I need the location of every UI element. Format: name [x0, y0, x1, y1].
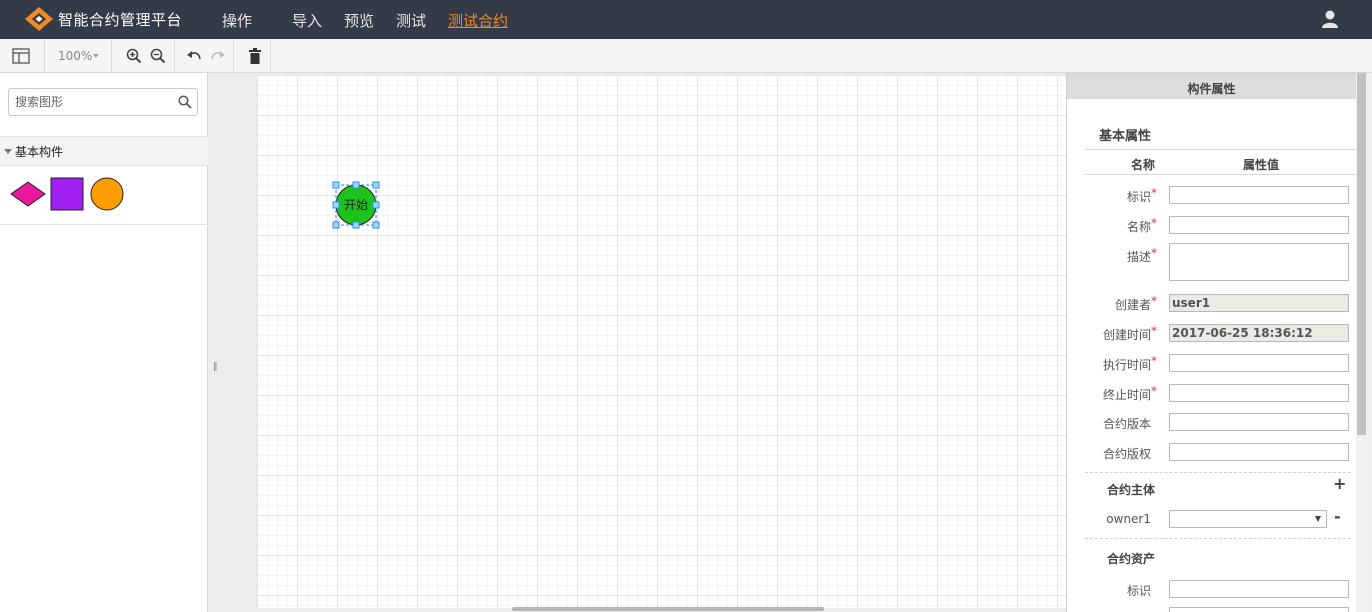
horizontal-scrollbar[interactable] — [512, 607, 824, 611]
search-icon[interactable] — [178, 95, 192, 109]
toolbar-divider — [270, 39, 271, 73]
creator-input[interactable] — [1169, 294, 1349, 312]
end-time-input[interactable] — [1169, 384, 1349, 402]
field-label: 执行时间 — [1102, 358, 1151, 372]
field-label: 标识 — [1126, 190, 1151, 204]
logo-icon — [25, 7, 53, 31]
toolbar-divider — [233, 39, 234, 73]
properties-panel: 构件属性 基本属性 名称 属性值 标识 * 名称 * 描述 * 创建者 * 创建… — [1066, 73, 1356, 612]
section-basic-properties: 基本属性 — [1099, 129, 1152, 144]
caret-down-icon — [4, 148, 12, 154]
required-mark: * — [1151, 384, 1157, 398]
field-label: 合约版权 — [1102, 447, 1151, 461]
nav-import[interactable]: 导入 — [292, 10, 322, 31]
nav-preview[interactable]: 预览 — [344, 10, 374, 31]
field-label: 合约版本 — [1102, 417, 1151, 431]
field-label: 创建时间 — [1102, 328, 1151, 342]
palette-header[interactable]: 基本构件 — [0, 136, 208, 166]
zoom-level: 100% — [58, 49, 93, 63]
start-node[interactable]: 开始 — [332, 181, 380, 229]
delete-icon — [249, 48, 261, 64]
diamond-shape[interactable] — [10, 181, 46, 207]
owner-label: owner1 — [1106, 512, 1151, 526]
required-mark: * — [1151, 186, 1157, 200]
chevron-down-icon — [1315, 516, 1321, 522]
top-navbar: 智能合约管理平台 操作 导入 预览 测试 测试合约 — [0, 0, 1372, 39]
add-party-button[interactable]: + — [1333, 474, 1346, 493]
circle-shape[interactable] — [90, 177, 124, 211]
required-mark: * — [1151, 324, 1157, 338]
description-textarea[interactable] — [1169, 243, 1349, 281]
contract-version-input[interactable] — [1169, 413, 1349, 431]
field-label: 创建者 — [1114, 298, 1151, 312]
execution-time-input[interactable] — [1169, 354, 1349, 372]
redo-button[interactable] — [208, 44, 228, 68]
panel-toggle-icon — [12, 48, 30, 64]
redo-icon — [211, 51, 225, 60]
field-label: 名称 — [1126, 220, 1151, 234]
name-input[interactable] — [1169, 216, 1349, 234]
start-node-label: 开始 — [343, 198, 368, 212]
undo-icon — [187, 51, 201, 60]
user-icon[interactable] — [1320, 9, 1340, 29]
section-divider — [1085, 538, 1351, 539]
sidebar-splitter[interactable]: ‖ — [209, 73, 221, 612]
undo-button[interactable] — [184, 44, 204, 68]
field-label: 标识 — [1126, 584, 1151, 598]
shape-sidebar: 基本构件 — [0, 73, 208, 612]
zoom-out-icon — [150, 48, 166, 64]
vertical-scrollbar-thumb[interactable] — [1357, 73, 1366, 435]
contract-parties-title: 合约主体 — [1107, 483, 1156, 497]
delete-button[interactable] — [245, 44, 265, 68]
owner-select[interactable] — [1169, 510, 1327, 528]
required-mark: * — [1151, 216, 1157, 230]
canvas-area: 开始 — [221, 73, 1067, 612]
column-name: 名称 — [1131, 158, 1156, 172]
column-value: 属性值 — [1243, 158, 1280, 172]
property-table-header: 名称 属性值 — [1085, 149, 1356, 175]
chevron-down-icon — [93, 54, 100, 58]
toolbar-divider — [111, 39, 112, 73]
square-shape[interactable] — [50, 177, 84, 211]
required-mark: * — [1151, 294, 1157, 308]
panel-toggle-button[interactable] — [10, 44, 32, 68]
app-title: 智能合约管理平台 — [58, 10, 183, 29]
id-input[interactable] — [1169, 186, 1349, 204]
toolbar-divider — [44, 39, 45, 73]
nav-operations[interactable]: 操作 — [222, 10, 252, 31]
field-label: 终止时间 — [1102, 388, 1151, 402]
next-field-input[interactable] — [1169, 607, 1349, 612]
required-mark: * — [1151, 246, 1157, 260]
brand[interactable]: 智能合约管理平台 — [24, 6, 182, 32]
zoom-out-button[interactable] — [148, 44, 168, 68]
zoom-dropdown[interactable]: 100% — [58, 44, 100, 68]
contract-copyright-input[interactable] — [1169, 443, 1349, 461]
created-time-input[interactable] — [1169, 324, 1349, 342]
remove-party-button[interactable]: - — [1334, 507, 1341, 526]
nav-test[interactable]: 测试 — [396, 10, 426, 31]
toolbar-divider — [174, 39, 175, 73]
contract-assets-title: 合约资产 — [1107, 552, 1156, 566]
panel-header: 构件属性 — [1067, 73, 1356, 99]
shape-search — [8, 88, 198, 116]
field-label: 描述 — [1126, 250, 1151, 264]
palette-shapes — [0, 167, 208, 225]
toolbar: 100% — [0, 39, 1372, 73]
diagram-canvas[interactable]: 开始 — [257, 75, 1067, 608]
zoom-in-button[interactable] — [124, 44, 144, 68]
search-input[interactable] — [9, 89, 169, 115]
palette-title: 基本构件 — [15, 144, 64, 159]
nav-test-contract[interactable]: 测试合约 — [448, 10, 508, 31]
grip-icon: ‖ — [213, 362, 218, 372]
section-divider — [1085, 472, 1351, 473]
asset-id-input[interactable] — [1169, 580, 1349, 598]
zoom-in-icon — [126, 48, 142, 64]
required-mark: * — [1151, 354, 1157, 368]
